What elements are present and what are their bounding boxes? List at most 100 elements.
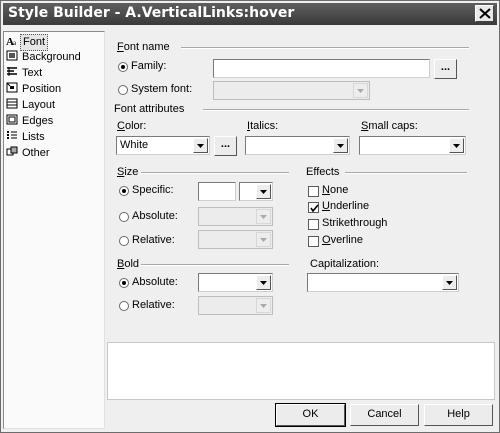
color-label-text: olor: (124, 120, 147, 132)
sidebar-item-background[interactable]: Background (6, 50, 83, 65)
ok-button[interactable]: OK (275, 403, 346, 427)
color-value: White (120, 139, 149, 151)
bold-divider (141, 264, 289, 266)
italics-dropdown-button[interactable] (333, 138, 348, 153)
small-caps-label: Small caps: (361, 120, 418, 132)
sidebar-item-position[interactable]: Position (6, 82, 63, 97)
lists-icon (6, 130, 18, 141)
capitalization-select[interactable] (307, 273, 459, 292)
background-icon (6, 50, 18, 61)
system-font-dropdown-button[interactable] (353, 83, 368, 98)
bold-heading-text: old (124, 258, 140, 270)
sidebar-item-layout[interactable]: Layout (6, 98, 57, 113)
category-sidebar: Aa Font Background Text Position Layout (3, 31, 105, 429)
effect-none-label: None (322, 184, 349, 196)
close-button[interactable] (475, 5, 494, 22)
size-specific-radio[interactable] (119, 186, 129, 196)
bold-relative-select[interactable] (198, 296, 273, 315)
style-builder-window: Style Builder - A.VerticalLinks:hover Aa… (0, 0, 500, 433)
bold-absolute-radio[interactable] (119, 278, 129, 288)
system-font-select[interactable] (213, 81, 370, 100)
italics-label: Italics: (247, 120, 279, 132)
family-browse-button[interactable]: ... (434, 59, 457, 79)
size-specific-input[interactable] (198, 182, 236, 201)
italics-label-text: talics: (250, 120, 279, 132)
font-name-heading-text: ont name (123, 41, 170, 53)
title-bar: Style Builder - A.VerticalLinks:hover (3, 3, 497, 25)
small-caps-dropdown-button[interactable] (449, 138, 464, 153)
effect-strikethrough-checkbox[interactable] (308, 219, 319, 230)
capitalization-label: Capitalization: (310, 258, 380, 270)
size-unit-dropdown-button[interactable] (256, 184, 271, 199)
family-input[interactable] (213, 59, 430, 78)
size-absolute-select[interactable] (198, 207, 273, 226)
italics-select[interactable] (245, 136, 350, 155)
bold-absolute-dropdown-button[interactable] (256, 275, 271, 290)
sidebar-item-edges[interactable]: Edges (6, 114, 55, 129)
chevron-down-icon (357, 89, 364, 93)
chevron-down-icon (260, 238, 267, 242)
sidebar-item-label: Text (22, 67, 43, 79)
size-heading: Size (117, 166, 139, 178)
effect-overline-label: Overline (322, 234, 363, 246)
effect-underline-label-text: nderline (329, 200, 370, 212)
size-absolute-radio[interactable] (119, 212, 129, 222)
sidebar-item-label: Font (20, 34, 49, 51)
checkmark-icon (310, 204, 319, 213)
sidebar-item-label: Position (22, 83, 62, 95)
sidebar-item-label: Lists (22, 131, 45, 143)
effects-divider (345, 172, 467, 174)
chevron-down-icon (197, 144, 204, 148)
size-divider (141, 172, 289, 174)
edges-icon (6, 114, 18, 125)
preview-pane (107, 342, 495, 400)
bold-heading: Bold (117, 258, 140, 270)
size-relative-label: Relative: (132, 234, 175, 246)
size-relative-dropdown-button[interactable] (256, 232, 271, 247)
cancel-button[interactable]: Cancel (350, 404, 419, 426)
chevron-down-icon (260, 215, 267, 219)
sidebar-item-font[interactable]: Aa Font (6, 34, 49, 51)
font-a-icon: Aa (6, 35, 18, 48)
layout-icon (6, 98, 18, 109)
effect-none-checkbox[interactable] (308, 186, 319, 197)
small-caps-label-text: mall caps: (368, 120, 418, 132)
effect-overline-label-text: verline (330, 234, 363, 246)
bold-relative-dropdown-button[interactable] (256, 298, 271, 313)
sidebar-item-other[interactable]: Other (6, 146, 52, 161)
size-relative-select[interactable] (198, 230, 273, 249)
font-name-heading: Font name (117, 41, 170, 53)
font-name-divider (181, 47, 469, 49)
capitalization-dropdown-button[interactable] (442, 275, 457, 290)
size-relative-radio[interactable] (119, 236, 129, 246)
font-attributes-divider (203, 109, 469, 111)
chevron-down-icon (453, 144, 460, 148)
chevron-down-icon (260, 304, 267, 308)
effect-underline-label: Underline (322, 200, 370, 212)
sidebar-item-label: Layout (22, 99, 56, 111)
bold-relative-label: Relative: (132, 299, 175, 311)
family-radio[interactable] (118, 62, 128, 72)
chevron-down-icon (260, 281, 267, 285)
chevron-down-icon (446, 281, 453, 285)
system-font-radio[interactable] (118, 85, 128, 95)
color-dropdown-button[interactable] (193, 138, 208, 153)
effect-strikethrough-label: Strikethrough (322, 217, 388, 229)
help-button[interactable]: Help (424, 404, 493, 426)
chevron-down-icon (260, 190, 267, 194)
bold-absolute-select[interactable] (198, 273, 273, 292)
effect-overline-checkbox[interactable] (308, 236, 319, 247)
size-unit-select[interactable] (239, 182, 273, 201)
bold-absolute-label: Absolute: (132, 276, 178, 288)
small-caps-select[interactable] (359, 136, 466, 155)
font-attributes-heading: Font attributes (114, 103, 185, 115)
color-select[interactable]: White (116, 136, 210, 155)
size-absolute-dropdown-button[interactable] (256, 209, 271, 224)
effect-underline-checkbox[interactable] (308, 202, 319, 213)
sidebar-item-lists[interactable]: Lists (6, 130, 47, 145)
text-icon (6, 66, 18, 77)
bold-relative-radio[interactable] (119, 301, 129, 311)
family-label: Family: (131, 60, 167, 72)
sidebar-item-text[interactable]: Text (6, 66, 44, 81)
color-picker-button[interactable]: ... (214, 136, 237, 156)
